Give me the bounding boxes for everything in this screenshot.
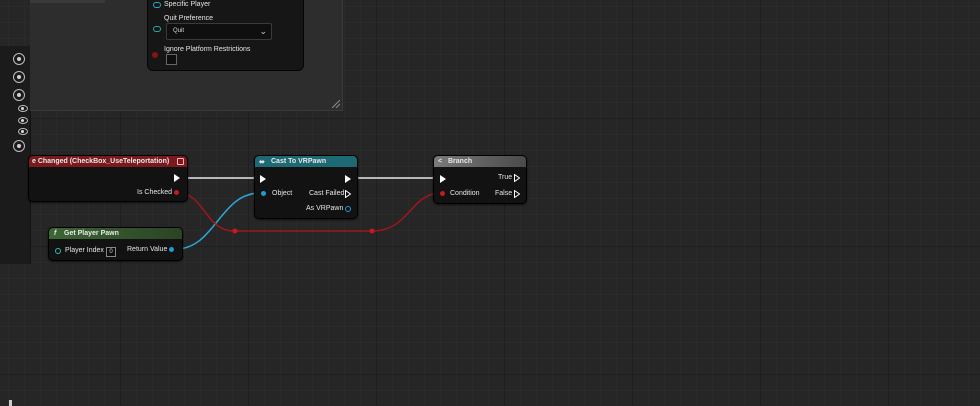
object-pin-icon[interactable] — [261, 191, 266, 196]
node-title: Branch — [448, 158, 473, 165]
mouse-cursor-icon — [9, 400, 12, 406]
reroute-node — [232, 228, 238, 234]
event-changed-node[interactable]: e Changed (CheckBox_UseTeleportation) Is… — [28, 155, 188, 202]
exec-in-pin-icon[interactable] — [440, 175, 446, 183]
return-value-pin-icon[interactable] — [169, 247, 174, 252]
node-title: Cast To VRPawn — [271, 158, 327, 165]
false-pin-icon[interactable] — [514, 190, 520, 198]
node-header: < Branch — [434, 156, 526, 167]
get-player-pawn-node[interactable]: f Get Player Pawn Player Index 0 Return … — [48, 227, 183, 261]
is-checked-label: Is Checked — [137, 189, 173, 196]
function-icon: f — [54, 230, 57, 237]
object-label: Object — [272, 190, 293, 197]
cast-icon: ⬌ — [259, 159, 265, 166]
branch-icon: < — [438, 158, 443, 165]
player-index-input[interactable]: 0 — [106, 247, 116, 257]
cast-to-vrpawn-node[interactable]: ⬌ Cast To VRPawn Object Cast Failed As V… — [254, 155, 358, 219]
is-checked-pin-icon[interactable] — [174, 190, 179, 195]
event-close-icon[interactable] — [177, 158, 184, 165]
as-vrpawn-label: As VRPawn — [306, 205, 344, 212]
cast-failed-label: Cast Failed — [309, 190, 345, 197]
condition-pin-icon[interactable] — [440, 191, 445, 196]
node-title: Get Player Pawn — [64, 230, 119, 237]
reroute-node — [369, 228, 375, 234]
condition-label: Condition — [450, 190, 480, 197]
exec-in-pin-icon[interactable] — [260, 175, 266, 183]
exec-out-pin-icon[interactable] — [345, 175, 351, 183]
return-value-label: Return Value — [127, 246, 168, 253]
branch-node[interactable]: < Branch True Condition False — [433, 155, 527, 204]
node-title: e Changed (CheckBox_UseTeleportation) — [32, 158, 170, 165]
player-index-label: Player Index — [65, 247, 104, 254]
cast-failed-pin-icon[interactable] — [345, 190, 351, 198]
true-pin-icon[interactable] — [514, 174, 520, 182]
false-label: False — [495, 190, 513, 197]
node-header: e Changed (CheckBox_UseTeleportation) — [29, 156, 187, 167]
true-label: True — [498, 174, 513, 181]
player-index-pin-icon[interactable] — [55, 248, 61, 254]
as-vrpawn-pin-icon[interactable] — [345, 206, 351, 212]
node-header: f Get Player Pawn — [49, 228, 182, 239]
node-header: ⬌ Cast To VRPawn — [255, 156, 357, 167]
object-wire — [175, 192, 261, 250]
exec-out-pin-icon[interactable] — [174, 174, 180, 182]
